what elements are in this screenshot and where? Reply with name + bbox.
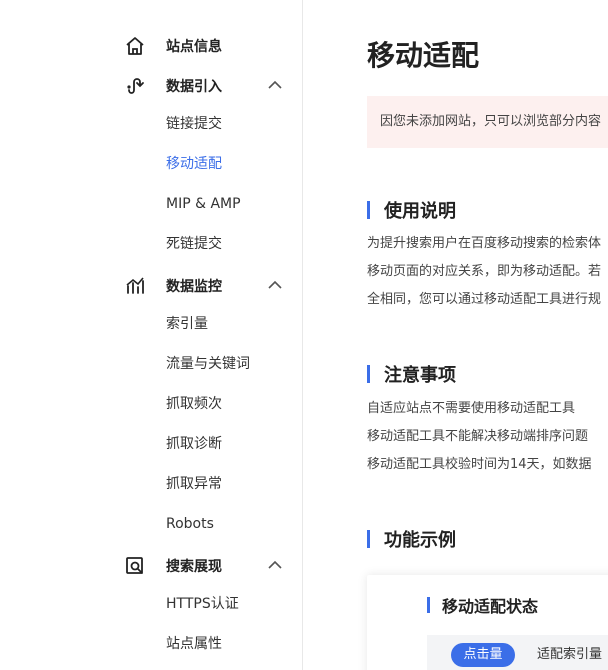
sidebar-item-link-submit[interactable]: 链接提交: [166, 114, 222, 134]
tab-adapted-index[interactable]: 适配索引量: [537, 643, 602, 667]
notes-text-line: 自适应站点不需要使用移动适配工具: [367, 401, 576, 416]
app-root: 站点信息 数据引入 链接提交 移动适配 MIP & AMP 死链提交 数据监控 …: [0, 0, 608, 670]
sidebar-nav: 站点信息 数据引入 链接提交 移动适配 MIP & AMP 死链提交 数据监控 …: [0, 0, 303, 670]
sidebar-group-search-display[interactable]: 搜索展现: [124, 552, 294, 580]
chevron-up-icon[interactable]: [268, 80, 282, 90]
sidebar-item-crawl-frequency[interactable]: 抓取频次: [166, 394, 222, 414]
usage-text-line: 移动页面的对应关系，即为移动适配。若: [367, 264, 602, 279]
page-title: 移动适配: [367, 39, 480, 72]
notice-banner: 因您未添加网站，只可以浏览部分内容: [367, 96, 608, 148]
sidebar-item-site-attributes[interactable]: 站点属性: [166, 634, 222, 654]
chevron-up-icon[interactable]: [268, 280, 282, 290]
data-import-icon: [124, 75, 146, 97]
chevron-up-icon[interactable]: [268, 560, 282, 570]
section-accent-bar: [367, 530, 370, 548]
main-content: 移动适配 因您未添加网站，只可以浏览部分内容 使用说明 为提升搜索用户在百度移动…: [303, 0, 608, 670]
sidebar-item-index-count[interactable]: 索引量: [166, 314, 208, 334]
sidebar-item-mobile-adapt[interactable]: 移动适配: [166, 154, 222, 174]
sidebar-item-dead-link[interactable]: 死链提交: [166, 234, 222, 254]
section-example-title: 功能示例: [367, 529, 456, 551]
sidebar-item-mip-amp[interactable]: MIP & AMP: [166, 194, 241, 214]
section-label: 使用说明: [384, 201, 456, 222]
section-accent-bar: [367, 201, 370, 219]
section-notes-title: 注意事项: [367, 364, 456, 386]
tab-clicks[interactable]: 点击量: [451, 643, 515, 667]
sidebar-item-traffic-keywords[interactable]: 流量与关键词: [166, 354, 250, 374]
sidebar-group-data-monitor[interactable]: 数据监控: [124, 272, 294, 300]
card-accent-bar: [427, 597, 430, 613]
section-accent-bar: [367, 365, 370, 383]
section-label: 功能示例: [384, 530, 456, 551]
sidebar-group-label: 数据监控: [166, 279, 222, 295]
sidebar-item-crawl-diagnosis[interactable]: 抓取诊断: [166, 434, 222, 454]
search-display-icon: [124, 555, 146, 577]
section-usage-title: 使用说明: [367, 200, 456, 222]
usage-text-line: 为提升搜索用户在百度移动搜索的检索体: [367, 236, 602, 251]
card-title: 移动适配状态: [427, 593, 538, 617]
data-monitor-icon: [124, 275, 146, 297]
sidebar-group-label: 数据引入: [166, 79, 222, 95]
sidebar-item-site-info[interactable]: 站点信息: [124, 32, 294, 60]
sidebar-item-label: 站点信息: [166, 39, 222, 55]
card-title-label: 移动适配状态: [442, 597, 539, 616]
sidebar-group-data-import[interactable]: 数据引入: [124, 72, 294, 100]
usage-text-line: 全相同，您可以通过移动适配工具进行规: [367, 292, 602, 307]
section-label: 注意事项: [384, 365, 456, 386]
notes-text-line: 移动适配工具校验时间为14天，如数据: [367, 457, 592, 472]
card-tab-strip: 点击量 适配索引量: [427, 635, 608, 670]
sidebar-group-label: 搜索展现: [166, 559, 222, 575]
sidebar-item-robots[interactable]: Robots: [166, 514, 214, 534]
sidebar-item-crawl-errors[interactable]: 抓取异常: [166, 474, 222, 494]
example-card: 移动适配状态 点击量 适配索引量: [367, 575, 608, 670]
sidebar-item-https[interactable]: HTTPS认证: [166, 594, 239, 614]
home-icon: [124, 35, 146, 57]
notes-text-line: 移动适配工具不能解决移动端排序问题: [367, 429, 589, 444]
